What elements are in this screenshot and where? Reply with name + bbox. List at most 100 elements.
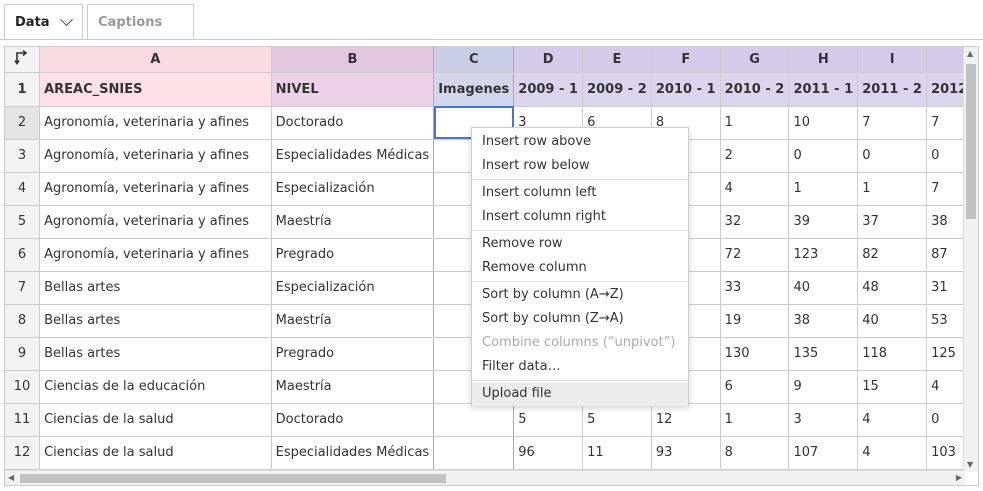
header-cell[interactable]: NIVEL [271, 72, 435, 107]
table-cell[interactable]: 1 [720, 106, 790, 140]
table-cell[interactable]: 1 [857, 172, 928, 206]
table-cell[interactable]: 40 [857, 304, 928, 338]
table-cell[interactable]: 0 [788, 139, 859, 173]
table-cell[interactable]: 8 [720, 436, 790, 470]
header-cell[interactable]: 2011 - 2 [857, 72, 928, 107]
menu-item-insert-column-right[interactable]: Insert column right [472, 205, 688, 229]
scroll-left-icon[interactable]: ◀ [8, 474, 14, 482]
menu-item-insert-row-above[interactable]: Insert row above [472, 130, 688, 154]
table-cell[interactable]: Especialidades Médicas [271, 139, 435, 173]
table-cell[interactable]: 6 [720, 370, 790, 404]
table-cell[interactable]: Bellas artes [39, 304, 272, 338]
table-cell[interactable]: Agronomía, veterinaria y afines [39, 238, 272, 272]
table-cell[interactable]: Agronomía, veterinaria y afines [39, 205, 272, 239]
table-cell[interactable]: 10 [788, 106, 859, 140]
row-number[interactable]: 12 [5, 436, 41, 470]
table-cell[interactable]: 39 [788, 205, 859, 239]
horizontal-scrollbar[interactable]: ◀ ▶ [5, 470, 965, 485]
column-header-h[interactable]: H [788, 47, 859, 73]
table-cell[interactable]: Bellas artes [39, 337, 272, 371]
table-cell[interactable]: 3 [788, 403, 859, 437]
table-cell[interactable] [433, 436, 515, 470]
header-cell[interactable]: 2010 - 2 [720, 72, 790, 107]
table-cell[interactable]: 40 [788, 271, 859, 305]
row-number[interactable]: 5 [5, 205, 41, 239]
table-cell[interactable]: Ciencias de la educación [39, 370, 272, 404]
table-cell[interactable]: Maestría [271, 370, 435, 404]
table-cell[interactable]: 7 [857, 106, 928, 140]
transpose-icon[interactable] [14, 49, 30, 66]
table-cell[interactable]: 123 [788, 238, 859, 272]
menu-item-upload-file[interactable]: Upload file [472, 382, 688, 406]
table-cell[interactable]: 4 [720, 172, 790, 206]
row-number[interactable]: 2 [5, 106, 41, 140]
row-number[interactable]: 4 [5, 172, 41, 206]
table-cell[interactable]: Ciencias de la salud [39, 403, 272, 437]
table-cell[interactable]: Especialidades Médicas [271, 436, 435, 470]
table-cell[interactable]: 48 [857, 271, 928, 305]
table-cell[interactable]: 2 [720, 139, 790, 173]
table-cell[interactable]: 4 [857, 403, 928, 437]
table-cell[interactable]: 11 [582, 436, 652, 470]
table-cell[interactable]: 135 [788, 337, 859, 371]
table-cell[interactable]: Pregrado [271, 337, 435, 371]
table-cell[interactable]: Especialización [271, 172, 435, 206]
scroll-down-icon[interactable]: ▼ [967, 461, 973, 469]
table-cell[interactable]: 107 [788, 436, 859, 470]
row-number[interactable]: 1 [5, 72, 41, 107]
tab-data[interactable]: Data [4, 4, 83, 40]
column-header-a[interactable]: A [39, 47, 272, 73]
row-number[interactable]: 7 [5, 271, 41, 305]
table-cell[interactable]: 9 [788, 370, 859, 404]
column-header-g[interactable]: G [720, 47, 790, 73]
menu-item-filter-data[interactable]: Filter data… [472, 355, 688, 379]
table-cell[interactable]: Pregrado [271, 238, 435, 272]
header-cell[interactable]: 2009 - 1 [513, 72, 584, 107]
menu-item-remove-column[interactable]: Remove column [472, 256, 688, 280]
scroll-right-icon[interactable]: ▶ [956, 474, 962, 482]
tab-captions[interactable]: Captions [87, 4, 194, 39]
table-cell[interactable]: 19 [720, 304, 790, 338]
row-number[interactable]: 8 [5, 304, 41, 338]
table-cell[interactable]: 33 [720, 271, 790, 305]
chevron-down-icon[interactable] [59, 12, 73, 26]
table-cell[interactable]: 38 [788, 304, 859, 338]
table-cell[interactable]: 5 [513, 403, 584, 437]
row-number[interactable]: 6 [5, 238, 41, 272]
table-cell[interactable]: 37 [857, 205, 928, 239]
table-cell[interactable]: 118 [857, 337, 928, 371]
menu-item-remove-row[interactable]: Remove row [472, 232, 688, 256]
menu-item-insert-row-below[interactable]: Insert row below [472, 154, 688, 178]
table-cell[interactable]: 96 [513, 436, 584, 470]
table-cell[interactable]: 0 [857, 139, 928, 173]
header-cell[interactable]: AREAC_SNIES [39, 72, 272, 107]
table-cell[interactable]: Maestría [271, 304, 435, 338]
table-cell[interactable]: Ciencias de la salud [39, 436, 272, 470]
table-cell[interactable]: Doctorado [271, 403, 435, 437]
table-cell[interactable]: Doctorado [271, 106, 435, 140]
table-cell[interactable]: 1 [720, 403, 790, 437]
vertical-scrollbar[interactable]: ▲ ▼ [963, 47, 978, 472]
menu-item-sort-by-column-z-a[interactable]: Sort by column (Z→A) [472, 307, 688, 331]
table-cell[interactable]: 130 [720, 337, 790, 371]
table-cell[interactable]: 12 [651, 403, 721, 437]
column-header-f[interactable]: F [651, 47, 721, 73]
row-number[interactable]: 11 [5, 403, 41, 437]
vertical-scroll-thumb[interactable] [966, 64, 976, 219]
table-cell[interactable]: 4 [857, 436, 928, 470]
table-cell[interactable]: 1 [788, 172, 859, 206]
row-number[interactable]: 9 [5, 337, 41, 371]
table-cell[interactable]: 15 [857, 370, 928, 404]
header-cell[interactable]: Imagenes [433, 72, 515, 107]
table-cell[interactable]: 5 [582, 403, 652, 437]
table-cell[interactable]: Bellas artes [39, 271, 272, 305]
menu-item-insert-column-left[interactable]: Insert column left [472, 181, 688, 205]
table-cell[interactable]: Maestría [271, 205, 435, 239]
table-cell[interactable]: Especialización [271, 271, 435, 305]
column-header-b[interactable]: B [271, 47, 435, 73]
table-cell[interactable]: Agronomía, veterinaria y afines [39, 172, 272, 206]
table-cell[interactable]: 32 [720, 205, 790, 239]
header-cell[interactable]: 2010 - 1 [651, 72, 721, 107]
row-number[interactable]: 10 [5, 370, 41, 404]
table-cell[interactable]: Agronomía, veterinaria y afines [39, 106, 272, 140]
